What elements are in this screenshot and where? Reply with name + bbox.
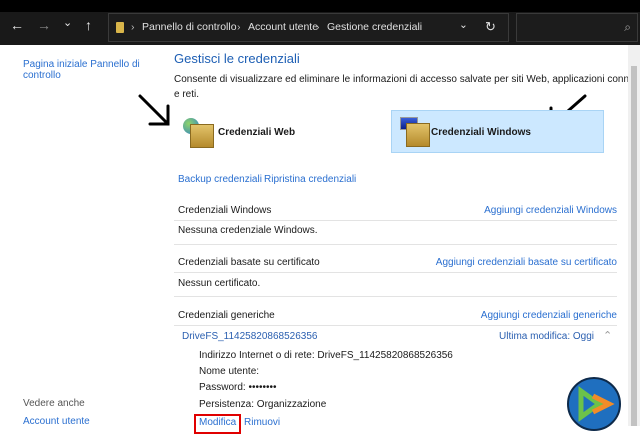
section-title: Credenziali basate su certificato	[178, 257, 320, 268]
description-line: Consente di visualizzare ed eliminare le…	[174, 74, 640, 85]
divider	[174, 220, 617, 221]
chevron-up-icon[interactable]: ⌃	[603, 329, 612, 342]
address-bar[interactable]: › Pannello di controllo › Account utente…	[108, 13, 509, 42]
back-button[interactable]: ←	[10, 17, 24, 33]
web-credentials-tile[interactable]: Credenziali Web	[180, 114, 300, 150]
add-generic-credential-link[interactable]: Aggiungi credenziali generiche	[481, 310, 617, 321]
empty-message: Nessuna credenziale Windows.	[178, 225, 318, 236]
credential-address: Indirizzo Internet o di rete: DriveFS_11…	[199, 350, 453, 361]
chevron-icon: ›	[131, 21, 135, 33]
remove-credential-link[interactable]: Rimuovi	[244, 417, 280, 428]
chevron-icon: ›	[316, 21, 320, 33]
description-line: e reti.	[174, 89, 200, 100]
refresh-icon[interactable]: ↻	[485, 19, 496, 35]
search-input[interactable]: ⌕	[516, 13, 638, 42]
forward-button[interactable]: →	[37, 17, 51, 33]
windows-credentials-label: Credenziali Windows	[431, 127, 531, 138]
backup-credentials-link[interactable]: Backup credenziali	[178, 174, 262, 185]
credential-entry-name[interactable]: DriveFS_11425820868526356	[182, 331, 317, 342]
scrollbar-thumb[interactable]	[631, 66, 637, 426]
empty-message: Nessun certificato.	[178, 278, 261, 289]
credential-password: Password: ••••••••	[199, 382, 277, 393]
page-title: Gestisci le credenziali	[174, 51, 300, 66]
home-link-line: controllo	[23, 70, 61, 81]
watermark-logo	[567, 377, 621, 431]
vault-icon	[406, 123, 430, 147]
web-credentials-label: Credenziali Web	[218, 127, 296, 138]
title-bar	[0, 0, 640, 12]
edit-credential-link[interactable]: Modifica	[194, 414, 242, 434]
user-accounts-link[interactable]: Account utente	[23, 416, 90, 427]
logo-icon	[578, 386, 615, 422]
section-title: Credenziali Windows	[178, 205, 272, 216]
section-title: Credenziali generiche	[178, 310, 275, 321]
breadcrumb-item[interactable]: Gestione credenziali	[327, 21, 422, 33]
up-button[interactable]: ↑	[85, 17, 92, 33]
recent-locations-button[interactable]: ⌄	[63, 16, 72, 29]
sidebar-home-link[interactable]: Pagina iniziale Pannello di controllo	[23, 59, 140, 81]
divider	[174, 296, 617, 297]
breadcrumb-item[interactable]: Account utente	[248, 21, 318, 33]
home-link-line: Pagina iniziale Pannello di	[23, 59, 140, 70]
divider	[174, 272, 617, 273]
credential-modified[interactable]: Ultima modifica: Oggi	[499, 331, 594, 342]
search-icon: ⌕	[624, 20, 631, 34]
restore-credentials-link[interactable]: Ripristina credenziali	[264, 174, 356, 185]
credential-persistence: Persistenza: Organizzazione	[199, 399, 327, 410]
add-windows-credential-link[interactable]: Aggiungi credenziali Windows	[484, 205, 617, 216]
add-certificate-credential-link[interactable]: Aggiungi credenziali basate su certifica…	[436, 257, 617, 268]
divider	[174, 325, 617, 326]
credential-username: Nome utente:	[199, 366, 260, 377]
breadcrumb-item[interactable]: Pannello di controllo	[142, 21, 237, 33]
divider	[174, 244, 617, 245]
chevron-down-icon[interactable]: ⌄	[459, 19, 468, 31]
annotation-arrow	[138, 94, 170, 126]
windows-credentials-tile[interactable]: Credenziali Windows	[391, 110, 604, 153]
vault-icon	[190, 124, 214, 148]
see-also-heading: Vedere anche	[23, 398, 85, 409]
control-panel-icon	[116, 22, 124, 33]
chevron-icon: ›	[237, 21, 241, 33]
